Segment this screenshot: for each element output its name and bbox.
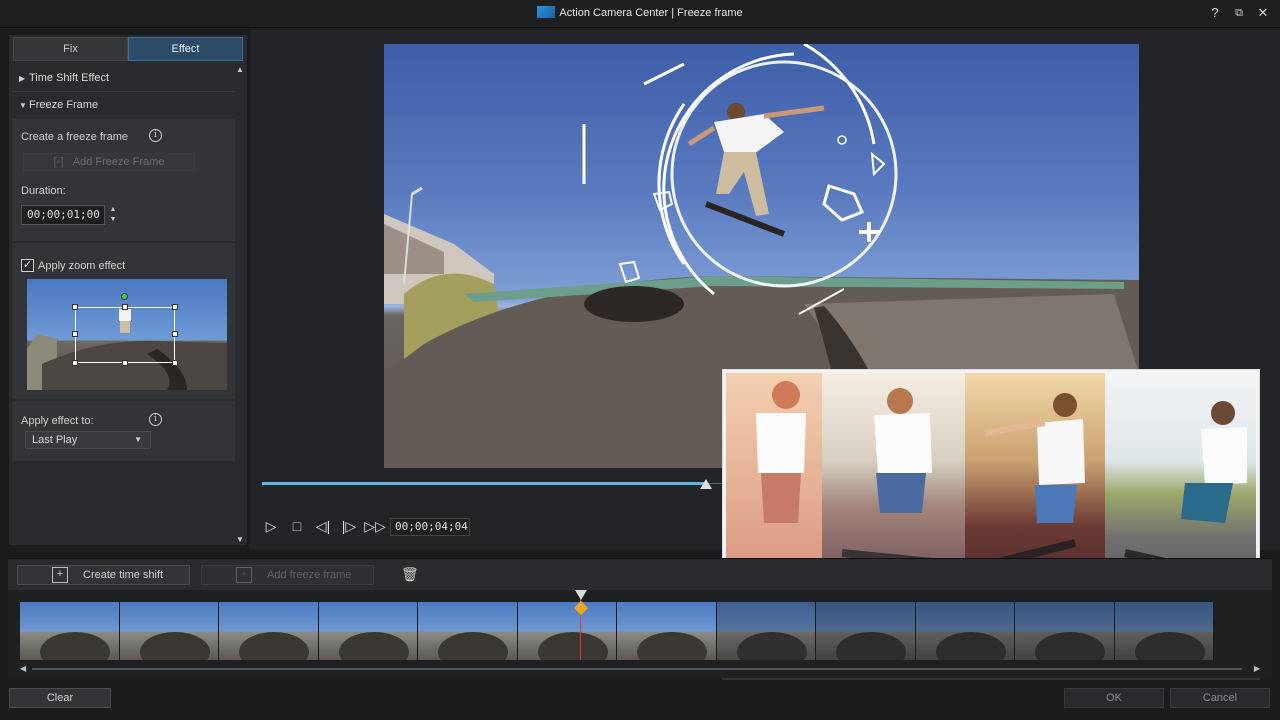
film-frame — [617, 602, 717, 660]
timeline-scrollbar[interactable]: ◀ ▶ — [20, 664, 1260, 674]
panel-scrollbar[interactable]: ▲ ▼ — [235, 65, 245, 545]
window-controls: ? ⧉ ✕ — [1208, 5, 1270, 21]
expand-right-icon: ▶ — [19, 74, 26, 83]
apply-effect-group: Apply effect to: i Last Play ▼ — [13, 401, 235, 461]
film-frame — [119, 602, 219, 660]
title-bar: Action Camera Center | Freeze frame ? ⧉ … — [0, 0, 1280, 28]
film-frame — [517, 602, 617, 660]
scroll-up-icon[interactable]: ▲ — [235, 65, 245, 75]
zoom-handle[interactable] — [122, 304, 128, 310]
film-frame — [20, 602, 120, 660]
fast-forward-icon[interactable]: ▷▷ — [362, 514, 388, 538]
tab-fix[interactable]: Fix — [13, 37, 128, 61]
zoom-handle[interactable] — [172, 331, 178, 337]
zoom-handle[interactable] — [72, 304, 78, 310]
create-freeze-label: Create a freeze frame — [21, 131, 128, 143]
tab-effect[interactable]: Effect — [128, 37, 243, 61]
next-frame-icon[interactable]: |▷ — [336, 514, 362, 538]
film-frame — [418, 602, 518, 660]
current-timecode: 00;00;04;04 — [390, 518, 470, 536]
window-title: Action Camera Center | Freeze frame — [0, 6, 1280, 19]
ok-button[interactable]: OK — [1064, 688, 1164, 708]
create-time-shift-button[interactable]: + Create time shift — [17, 565, 190, 585]
scroll-down-icon[interactable]: ▼ — [235, 535, 245, 545]
film-frame — [318, 602, 418, 660]
scroll-track[interactable] — [32, 668, 1242, 670]
seek-thumb[interactable] — [700, 479, 712, 489]
close-icon[interactable]: ✕ — [1256, 5, 1270, 21]
cancel-button[interactable]: Cancel — [1170, 688, 1270, 708]
zoom-handle[interactable] — [72, 360, 78, 366]
clear-button[interactable]: Clear — [9, 688, 111, 708]
add-icon: + — [52, 567, 68, 583]
info-icon[interactable]: i — [149, 413, 162, 426]
apply-effect-label: Apply effect to: — [21, 415, 94, 427]
add-freeze-frame-button[interactable]: [◦] Add Freeze Frame — [23, 153, 195, 171]
help-icon[interactable]: ? — [1208, 5, 1222, 21]
duration-label: Duration: — [21, 185, 66, 197]
zoom-handle[interactable] — [172, 304, 178, 310]
apply-effect-select[interactable]: Last Play ▼ — [25, 431, 151, 449]
duration-input[interactable]: 00;00;01;00 — [21, 205, 105, 225]
trash-icon[interactable]: 🗑 — [401, 566, 419, 582]
play-icon[interactable]: ▷ — [258, 514, 284, 538]
apply-zoom-checkbox[interactable]: ✓ — [21, 259, 34, 272]
section-freeze-frame[interactable]: ▼ Freeze Frame — [13, 92, 235, 118]
playhead-marker-icon[interactable] — [575, 590, 587, 600]
add-freeze-frame-toolbar-button[interactable]: ◦ Add freeze frame — [201, 565, 374, 585]
app-logo-icon — [537, 6, 556, 18]
film-frame — [716, 602, 816, 660]
seek-bar-progress[interactable] — [262, 482, 706, 485]
freeze-frame-icon: ◦ — [236, 567, 252, 583]
scroll-right-icon[interactable]: ▶ — [1254, 664, 1260, 673]
timeline-toolbar: + Create time shift ◦ Add freeze frame 🗑 — [8, 558, 1272, 590]
previous-frame-icon[interactable]: ◁| — [310, 514, 336, 538]
transport-controls: ▷ □ ◁| |▷ ▷▷ — [258, 514, 388, 538]
dialog-footer: Clear OK Cancel — [0, 680, 1280, 720]
film-frame — [1015, 602, 1115, 660]
freeze-frame-icon: [◦] — [53, 156, 64, 168]
film-frame — [915, 602, 1015, 660]
expand-down-icon: ▼ — [19, 101, 27, 110]
stop-icon[interactable]: □ — [284, 514, 310, 538]
restore-icon[interactable]: ⧉ — [1232, 5, 1246, 21]
zoom-region-box[interactable] — [75, 307, 175, 363]
zoom-handle[interactable] — [72, 331, 78, 337]
film-frame — [1114, 602, 1214, 660]
info-icon[interactable]: i — [149, 129, 162, 142]
apply-zoom-label: Apply zoom effect — [38, 260, 126, 272]
scroll-left-icon[interactable]: ◀ — [20, 664, 26, 673]
freeze-frame-group: Create a freeze frame i [◦] Add Freeze F… — [13, 119, 235, 241]
filmstrip[interactable] — [20, 602, 1214, 660]
effect-panel: Fix Effect ▲ ▼ ▶ Time Shift Effect ▼ Freez… — [8, 34, 248, 546]
duration-stepper-down-icon[interactable]: ▼ — [107, 215, 119, 225]
rotate-handle[interactable] — [121, 293, 128, 300]
film-frame — [816, 602, 916, 660]
panel-tabs: Fix Effect — [13, 37, 243, 61]
zoom-handle[interactable] — [172, 360, 178, 366]
zoom-handle[interactable] — [122, 360, 128, 366]
dropdown-caret-icon: ▼ — [134, 435, 142, 444]
film-frame — [219, 602, 319, 660]
duration-stepper-up-icon[interactable]: ▲ — [107, 205, 119, 215]
section-time-shift[interactable]: ▶ Time Shift Effect — [13, 65, 235, 91]
zoom-preview-thumbnail[interactable] — [27, 279, 227, 390]
